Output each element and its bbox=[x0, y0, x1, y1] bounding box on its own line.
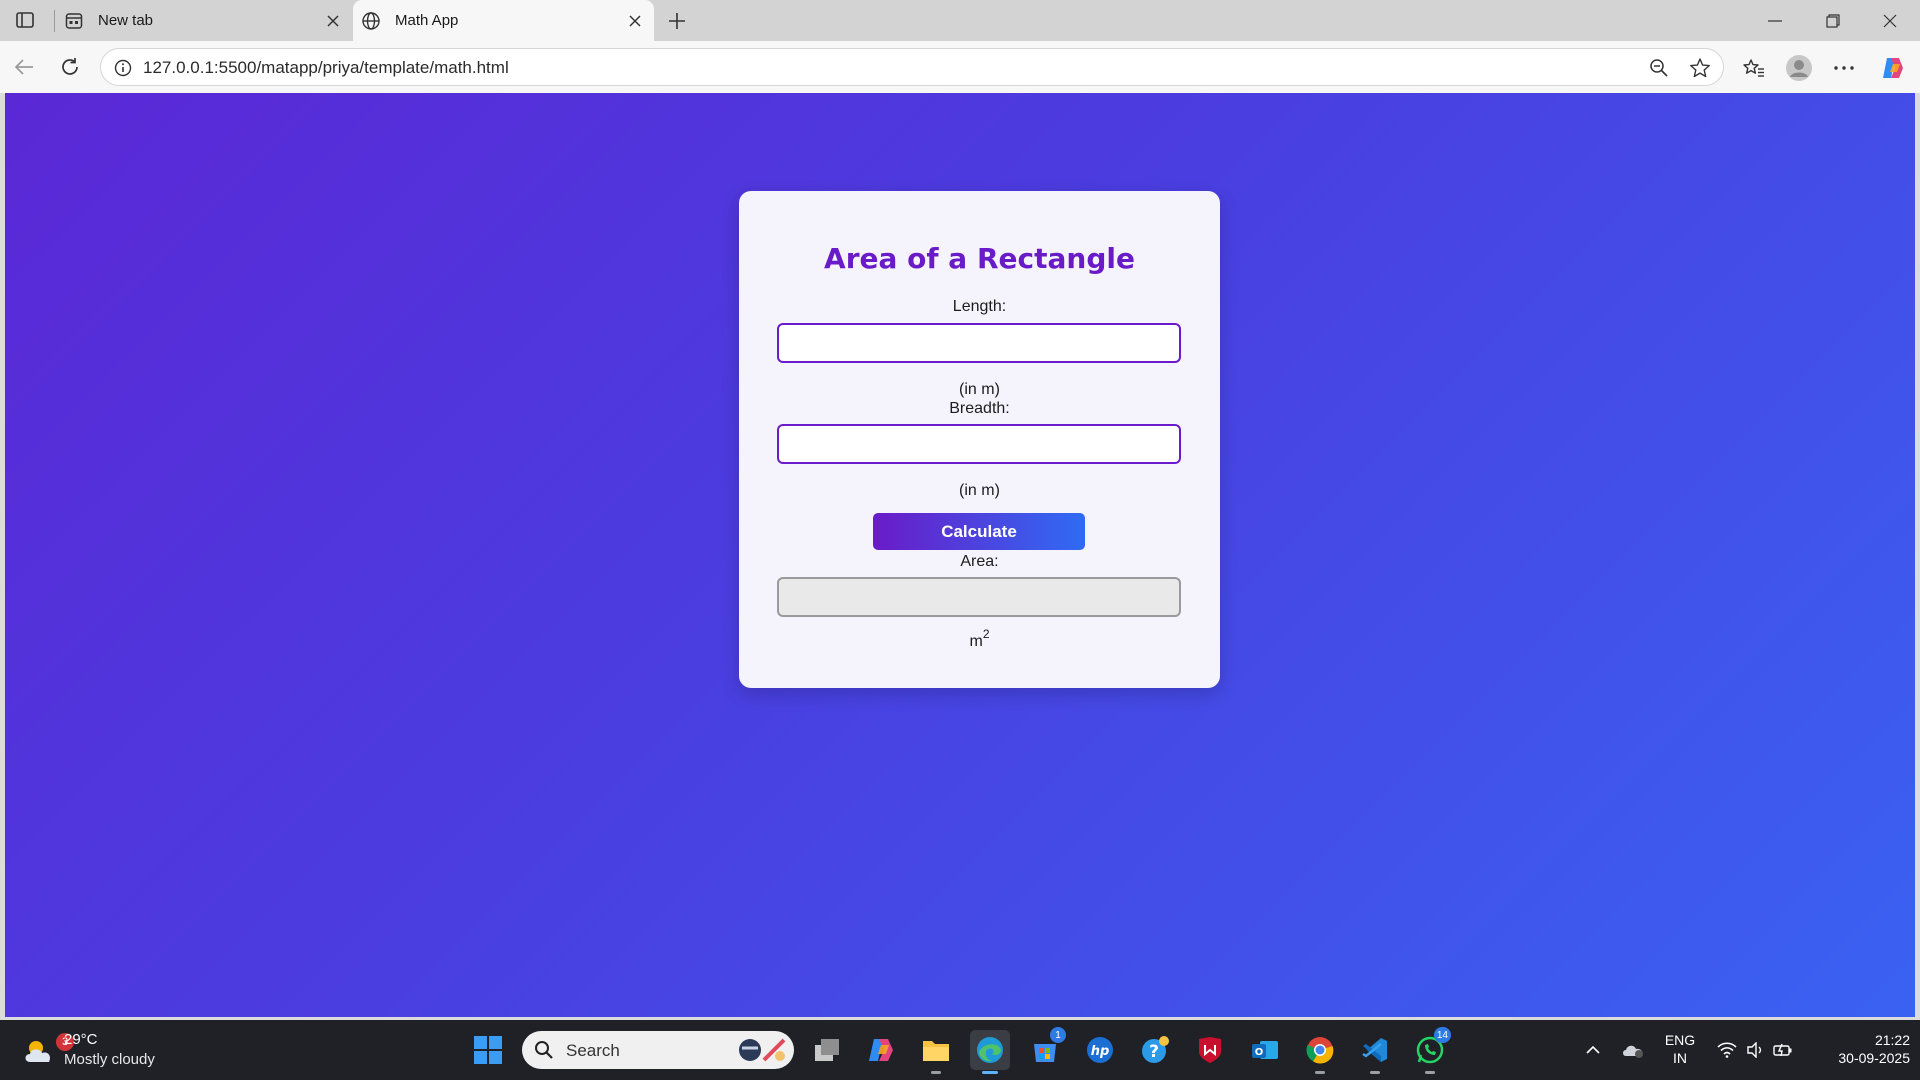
store-badge: 1 bbox=[1050, 1027, 1066, 1043]
hp-icon[interactable]: hp bbox=[1080, 1030, 1120, 1070]
breadth-input[interactable] bbox=[777, 424, 1181, 464]
favorites-icon[interactable] bbox=[1737, 51, 1771, 85]
reload-button[interactable] bbox=[54, 51, 86, 83]
whatsapp-badge: 14 bbox=[1433, 1027, 1451, 1043]
active-indicator bbox=[982, 1071, 998, 1074]
new-tab-page-icon bbox=[64, 11, 84, 31]
task-view-icon[interactable] bbox=[807, 1030, 847, 1070]
zoom-out-icon[interactable] bbox=[1645, 54, 1673, 82]
taskbar-search[interactable]: Search bbox=[522, 1031, 794, 1069]
svg-text:O: O bbox=[1255, 1047, 1264, 1058]
close-icon[interactable] bbox=[622, 8, 648, 34]
start-button[interactable] bbox=[468, 1030, 508, 1070]
tab-title: New tab bbox=[98, 12, 154, 29]
favorite-star-icon[interactable] bbox=[1686, 54, 1714, 82]
running-indicator bbox=[1425, 1071, 1435, 1074]
tab-new-tab[interactable]: New tab bbox=[56, 0, 352, 41]
copilot-app-icon[interactable] bbox=[861, 1030, 901, 1070]
search-label: Search bbox=[566, 1041, 620, 1060]
weather-temperature: 29°C bbox=[64, 1031, 98, 1048]
language-code: ENG bbox=[1664, 1032, 1696, 1048]
running-indicator bbox=[931, 1071, 941, 1074]
tab-title: Math App bbox=[395, 12, 459, 29]
language-indicator[interactable]: ENG IN bbox=[1660, 1031, 1700, 1067]
running-indicator bbox=[1370, 1071, 1380, 1074]
browser-toolbar: 127.0.0.1:5500/matapp/priya/template/mat… bbox=[0, 41, 1920, 93]
close-window-button[interactable] bbox=[1862, 0, 1918, 41]
wifi-icon[interactable] bbox=[1716, 1030, 1738, 1070]
area-unit-base: m bbox=[969, 633, 983, 650]
whatsapp-icon[interactable]: 14 bbox=[1410, 1027, 1451, 1074]
close-icon[interactable] bbox=[320, 8, 346, 34]
tab-actions-icon[interactable] bbox=[12, 8, 38, 32]
browser-tab-bar: New tab Math App bbox=[0, 0, 1920, 41]
length-label: Length: bbox=[952, 298, 1007, 315]
area-label: Area: bbox=[960, 553, 999, 570]
chevron-up-icon[interactable] bbox=[1583, 1030, 1603, 1070]
tab-math-app[interactable]: Math App bbox=[353, 0, 654, 41]
weather-widget[interactable]: 3 29°C Mostly cloudy bbox=[20, 1030, 160, 1072]
area-output bbox=[777, 577, 1181, 617]
breadth-unit: (in m) bbox=[959, 482, 1000, 499]
volume-icon[interactable] bbox=[1744, 1030, 1766, 1070]
system-clock[interactable]: 21:22 30-09-2025 bbox=[1810, 1031, 1910, 1067]
length-unit: (in m) bbox=[959, 381, 1000, 398]
search-icon bbox=[535, 1041, 553, 1059]
language-region: IN bbox=[1673, 1050, 1687, 1066]
breadth-label: Breadth: bbox=[949, 400, 1010, 417]
file-explorer-icon[interactable] bbox=[916, 1030, 956, 1074]
back-button[interactable] bbox=[8, 51, 40, 83]
copilot-icon[interactable] bbox=[1876, 51, 1910, 85]
onedrive-icon[interactable] bbox=[1620, 1030, 1646, 1070]
chrome-icon[interactable] bbox=[1300, 1030, 1340, 1074]
new-tab-button[interactable] bbox=[662, 6, 692, 36]
clock-time: 21:22 bbox=[1874, 1032, 1910, 1048]
page-title: Area of a Rectangle bbox=[824, 242, 1135, 275]
outlook-icon[interactable]: O bbox=[1245, 1030, 1285, 1070]
svg-text:?: ? bbox=[1149, 1042, 1159, 1062]
edge-browser-icon[interactable] bbox=[970, 1030, 1010, 1074]
area-unit-exponent: 2 bbox=[982, 627, 990, 641]
taskbar: 3 29°C Mostly cloudy Search 1 hp ? O 14 … bbox=[0, 1020, 1920, 1080]
globe-icon bbox=[361, 11, 381, 31]
page-viewport: Area of a Rectangle Length: (in m) Bread… bbox=[5, 93, 1915, 1017]
calculator-card: Area of a Rectangle Length: (in m) Bread… bbox=[739, 191, 1220, 688]
mcafee-icon[interactable] bbox=[1190, 1030, 1230, 1070]
svg-text:hp: hp bbox=[1091, 1044, 1110, 1059]
weather-description: Mostly cloudy bbox=[64, 1051, 155, 1068]
url-text[interactable]: 127.0.0.1:5500/matapp/priya/template/mat… bbox=[143, 58, 509, 78]
address-bar[interactable]: 127.0.0.1:5500/matapp/priya/template/mat… bbox=[100, 48, 1724, 86]
weather-cloud-icon bbox=[25, 1041, 51, 1062]
calculate-button[interactable]: Calculate bbox=[873, 513, 1085, 550]
microsoft-store-icon[interactable]: 1 bbox=[1025, 1027, 1066, 1070]
tab-divider bbox=[54, 10, 55, 32]
length-input[interactable] bbox=[777, 323, 1181, 363]
vscode-icon[interactable] bbox=[1355, 1030, 1395, 1074]
search-highlight-icon bbox=[739, 1038, 786, 1062]
clock-date: 30-09-2025 bbox=[1838, 1050, 1910, 1066]
help-icon[interactable]: ? bbox=[1135, 1030, 1175, 1070]
restore-button[interactable] bbox=[1805, 0, 1861, 41]
battery-icon[interactable] bbox=[1772, 1030, 1794, 1070]
info-icon[interactable] bbox=[113, 58, 133, 78]
profile-avatar[interactable] bbox=[1782, 51, 1816, 85]
minimize-button[interactable] bbox=[1747, 0, 1803, 41]
running-indicator bbox=[1315, 1071, 1325, 1074]
area-unit: m2 bbox=[739, 627, 1220, 651]
more-menu-icon[interactable] bbox=[1827, 51, 1861, 85]
